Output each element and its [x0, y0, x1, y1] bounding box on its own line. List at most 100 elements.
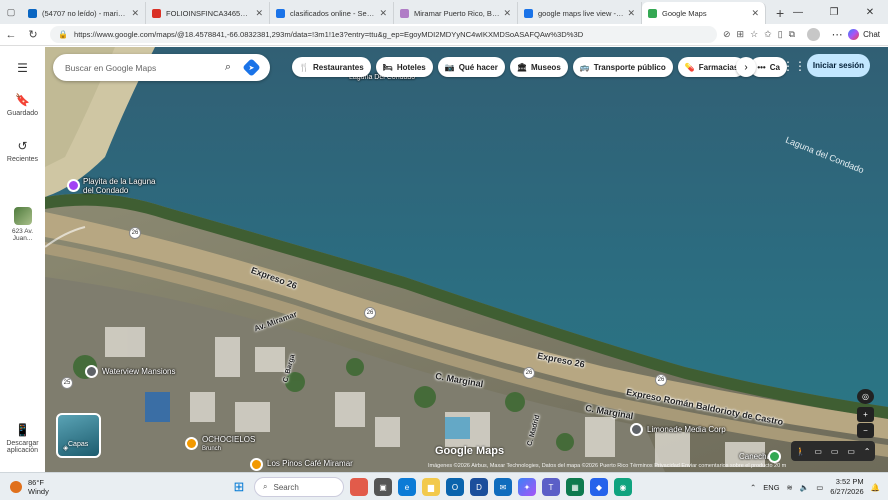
tab-actions-icon[interactable]: ▢: [0, 2, 22, 24]
tab-favicon-icon: [276, 8, 285, 18]
profile-avatar[interactable]: [807, 28, 821, 41]
app-available-icon[interactable]: ⊞: [737, 29, 745, 40]
taskbar-search[interactable]: ⌕ Search: [254, 477, 344, 497]
refresh-icon[interactable]: ↻: [22, 24, 44, 46]
wifi-icon[interactable]: ≋: [787, 483, 793, 492]
satellite-map[interactable]: Laguna Del Condado Laguna del Condado Pl…: [45, 47, 888, 472]
tray-chevron-icon[interactable]: ⌃: [750, 483, 756, 492]
maximize-icon[interactable]: ❐: [816, 0, 852, 24]
minimize-icon[interactable]: —: [780, 0, 816, 24]
menu-button[interactable]: ☰: [0, 61, 45, 78]
layers-button[interactable]: ◈ Capas: [56, 413, 101, 458]
language-indicator[interactable]: ENG: [763, 483, 779, 492]
cafe-pin-icon[interactable]: [250, 458, 263, 471]
chip-3[interactable]: 📷 Qué hacer: [437, 57, 505, 77]
waterview-pin-icon[interactable]: [85, 365, 98, 378]
back-arrow-icon[interactable]: ←: [0, 24, 22, 46]
sign-in-button[interactable]: Iniciar sesión: [807, 54, 870, 77]
chip-4[interactable]: 🏛 Museos: [509, 57, 568, 77]
limonade-pin-icon[interactable]: [630, 423, 643, 436]
volume-icon[interactable]: 🔈: [800, 483, 809, 492]
traffic-thumbnail-icon[interactable]: ▭: [847, 447, 855, 456]
favorites-icon[interactable]: ✩: [764, 29, 772, 40]
browser-tab[interactable]: clasificados online - Search ✕: [270, 2, 394, 24]
outlook-icon[interactable]: O: [446, 478, 464, 496]
teams-icon[interactable]: T: [542, 478, 560, 496]
mail-icon[interactable]: ✉: [494, 478, 512, 496]
download-app-button[interactable]: 📱 Descargar aplicación: [0, 423, 45, 454]
tab-favicon-icon: [648, 8, 657, 18]
google-apps-icon[interactable]: ⋮⋮: [782, 59, 806, 73]
battery-icon[interactable]: ▭: [816, 483, 823, 492]
app-icon-teal[interactable]: ◉: [614, 478, 632, 496]
tab-favicon-icon: [400, 8, 409, 18]
browser-tab[interactable]: google maps live view - Search✕: [518, 2, 642, 24]
terrain-thumbnail-icon[interactable]: ▭: [831, 447, 839, 456]
pegman-icon[interactable]: 🚶: [795, 447, 805, 456]
label-ochocielos[interactable]: OCHOCIELOS Brunch: [202, 436, 255, 453]
tab-label: clasificados online - Search: [290, 8, 376, 18]
tab-close-icon[interactable]: ✕: [379, 8, 387, 19]
download-app-label: Descargar aplicación: [6, 440, 39, 454]
chip-2[interactable]: 🛏 Hoteles: [375, 57, 433, 77]
place-pin-icon[interactable]: [67, 179, 80, 192]
copilot-chat-button[interactable]: Chat: [848, 29, 880, 40]
collections-icon[interactable]: ⧉: [789, 29, 795, 40]
widget-icon[interactable]: [350, 478, 368, 496]
file-explorer-icon[interactable]: ▆: [422, 478, 440, 496]
label-los-pinos[interactable]: Los Pinos Café Miramar: [267, 459, 353, 468]
chips-next-icon[interactable]: ›: [736, 57, 756, 77]
url-text: https://www.google.com/maps/@18.4578841,…: [73, 30, 584, 39]
tab-close-icon[interactable]: ✕: [131, 8, 139, 19]
label-limonade[interactable]: Limonade Media Corp: [647, 425, 726, 434]
split-screen-icon[interactable]: ▯: [778, 29, 783, 40]
maps-search-box[interactable]: Buscar en Google Maps ⌕ ➤: [53, 54, 270, 81]
edge-icon[interactable]: e: [398, 478, 416, 496]
favorite-star-icon[interactable]: ☆: [750, 29, 758, 40]
tab-close-icon[interactable]: ✕: [503, 8, 511, 19]
route-shield-26-c: 26: [523, 367, 535, 379]
tracking-prevention-icon[interactable]: ⊘: [723, 29, 731, 40]
directions-icon[interactable]: ➤: [242, 58, 261, 77]
more-options-icon[interactable]: ⋯: [826, 24, 848, 46]
label-playita[interactable]: Playita de la Laguna del Condado: [83, 177, 163, 195]
address-bar[interactable]: 🔒 https://www.google.com/maps/@18.457884…: [50, 26, 717, 43]
clock[interactable]: 3:52 PM 6/27/2026: [830, 477, 863, 497]
label-canecha[interactable]: Canecha: [739, 452, 771, 461]
tab-close-icon[interactable]: ✕: [627, 8, 635, 19]
browser-tab[interactable]: (54707 no leído) - mariagon@ ✕: [22, 2, 146, 24]
copilot-taskbar-icon[interactable]: ✦: [518, 478, 536, 496]
canecha-pin-icon[interactable]: [768, 450, 781, 463]
weather-widget[interactable]: 86°F Windy: [10, 478, 49, 496]
tab-close-icon[interactable]: ✕: [751, 8, 759, 19]
browser-tab[interactable]: Google Maps ✕: [642, 2, 766, 24]
browser-tab[interactable]: FOLIOINSFINCA34650.pdf ✕: [146, 2, 270, 24]
copilot-icon: [848, 29, 860, 40]
recents-button[interactable]: ↺ Recientes: [0, 139, 45, 163]
dell-icon[interactable]: D: [470, 478, 488, 496]
browser-tab[interactable]: Miramar Puerto Rico, Bienes R ✕: [394, 2, 518, 24]
expand-icon[interactable]: ⌃: [864, 447, 871, 456]
close-window-icon[interactable]: ✕: [852, 0, 888, 24]
chip-1[interactable]: 🍴 Restaurantes: [292, 57, 371, 77]
saved-button[interactable]: 🔖 Guardado: [0, 93, 45, 117]
restaurant-pin-icon[interactable]: [185, 437, 198, 450]
app-icon-blue[interactable]: ◆: [590, 478, 608, 496]
zoom-out-icon[interactable]: −: [857, 423, 874, 438]
route-shield-26-d: 26: [655, 374, 667, 386]
search-input[interactable]: Buscar en Google Maps: [65, 63, 217, 73]
label-waterview[interactable]: Waterview Mansions: [102, 367, 176, 376]
zoom-in-icon[interactable]: +: [857, 407, 874, 422]
chip-5[interactable]: 🚌 Transporte público: [572, 57, 673, 77]
tab-close-icon[interactable]: ✕: [255, 8, 263, 19]
search-icon[interactable]: ⌕: [225, 61, 231, 74]
my-location-icon[interactable]: ◎: [857, 389, 874, 404]
history-icon: ↺: [17, 139, 28, 153]
start-menu-icon[interactable]: ⊞: [230, 478, 248, 496]
task-view-icon[interactable]: ▣: [374, 478, 392, 496]
app-icon-green[interactable]: ▦: [566, 478, 584, 496]
map-type-thumbnail-icon[interactable]: ▭: [814, 447, 822, 456]
recent-place-button[interactable]: 623 Av. Juan...: [0, 207, 45, 242]
notification-bell-icon[interactable]: 🔔: [871, 483, 880, 492]
bookmark-icon: 🔖: [15, 93, 30, 107]
